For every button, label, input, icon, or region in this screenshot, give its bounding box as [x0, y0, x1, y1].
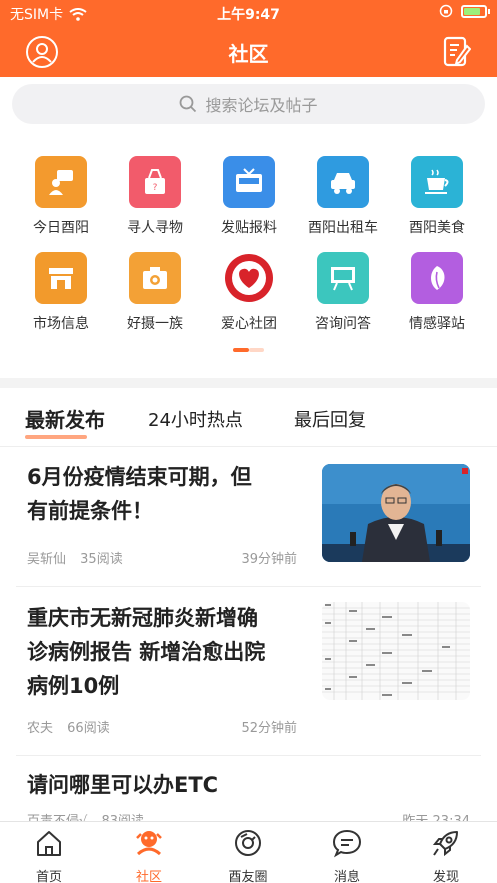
rotation-lock-icon [439, 4, 453, 18]
press-conference-photo [322, 464, 470, 562]
category-label: 爱心社团 [221, 316, 277, 332]
camera-icon [129, 252, 181, 304]
post-title-line: 重庆市无新冠肺炎新增确 [27, 606, 258, 630]
category-item-post-report[interactable]: 发贴报料 [201, 150, 297, 242]
heart-logo-icon [223, 252, 275, 304]
storefront-icon [35, 252, 87, 304]
category-label: 发贴报料 [221, 220, 277, 236]
tabbar-item-community[interactable]: 社区 [109, 828, 189, 883]
post-title-line: 请问哪里可以办ETC [27, 773, 219, 797]
feed-tabs: 最新发布 24小时热点 最后回复 [0, 392, 497, 444]
data-table-photo [322, 602, 470, 700]
tabbar-label: 首页 [35, 870, 62, 883]
tab-label: 最新发布 [25, 408, 105, 432]
grid-page-indicator [233, 348, 264, 352]
taxi-icon [317, 156, 369, 208]
category-label: 咨询问答 [315, 316, 371, 332]
tab-label: 最后回复 [294, 410, 366, 431]
post-title-line: 诊病例报告 新增治愈出院 [27, 640, 266, 664]
post-title-line: 有前提条件！ [27, 499, 153, 523]
post-thumbnail [322, 602, 470, 700]
status-time: 上午9:47 [217, 7, 280, 23]
post-time: 52分钟前 [241, 721, 297, 736]
bottom-tab-bar: 首页 社区 酉友圈 消息 发现 [0, 821, 497, 883]
post-title: 重庆市无新冠肺炎新增确 诊病例报告 新增治愈出院 病例10例 [27, 601, 322, 703]
post-views: 66阅读 [67, 721, 110, 736]
tabbar-label: 消息 [333, 870, 360, 883]
category-item-lost-found[interactable]: ? 寻人寻物 [107, 150, 203, 242]
tab-label: 24小时热点 [148, 410, 243, 431]
leaf-icon [411, 252, 463, 304]
section-divider [0, 378, 497, 388]
post-title-line: 病例10例 [27, 674, 120, 698]
tabbar-label: 酉友圈 [228, 870, 268, 883]
search-bar[interactable]: 搜索论坛及帖子 [12, 84, 485, 124]
gift-bag-icon: ? [129, 156, 181, 208]
post-title-line: 6月份疫情结束可期，但 [27, 465, 252, 489]
category-item-food[interactable]: 酉阳美食 [389, 150, 485, 242]
post-meta: 农夫 66阅读 52分钟前 [27, 717, 297, 736]
category-label: 好摄一族 [127, 316, 183, 332]
search-icon [180, 95, 197, 113]
post-title: 请问哪里可以办ETC [27, 768, 467, 802]
post-author: 农夫 [27, 721, 54, 736]
friends-circle-icon [235, 830, 261, 856]
tab-divider [0, 446, 497, 447]
svg-text:?: ? [153, 183, 158, 193]
search-placeholder: 搜索论坛及帖子 [205, 96, 318, 115]
community-icon [136, 831, 162, 856]
category-label: 寻人寻物 [127, 220, 183, 236]
post-list-item[interactable]: 请问哪里可以办ETC 百毒不侵√ 83阅读 昨天 23:34 [0, 756, 497, 829]
category-item-jinri-youyang[interactable]: 今日酉阳 [13, 150, 109, 242]
tab-last-reply[interactable]: 最后回复 [294, 406, 366, 432]
category-item-market[interactable]: 市场信息 [13, 246, 109, 338]
status-bar: 无SIM卡 上午9:47 [0, 0, 497, 26]
tabbar-item-messages[interactable]: 消息 [307, 828, 387, 883]
page-title: 社区 [228, 42, 269, 66]
post-author: 吴斩仙 [27, 552, 67, 567]
category-label: 今日酉阳 [33, 220, 89, 236]
tabbar-item-home[interactable]: 首页 [9, 828, 89, 883]
tab-24h-hot[interactable]: 24小时热点 [148, 406, 243, 432]
compose-post-icon[interactable] [443, 36, 471, 68]
chalkboard-icon [317, 252, 369, 304]
post-thumbnail [322, 464, 470, 562]
category-item-qa[interactable]: 咨询问答 [295, 246, 391, 338]
post-views: 35阅读 [80, 552, 123, 567]
post-time: 39分钟前 [241, 552, 297, 567]
category-item-emotion[interactable]: 情感驿站 [389, 246, 485, 338]
category-label: 酉阳美食 [409, 220, 465, 236]
post-title: 6月份疫情结束可期，但 有前提条件！ [27, 460, 317, 528]
tabbar-item-friends-circle[interactable]: 酉友圈 [208, 828, 288, 883]
tab-active-underline [25, 435, 87, 439]
tabbar-label: 社区 [135, 870, 162, 883]
category-item-taxi[interactable]: 酉阳出租车 [295, 150, 391, 242]
nav-bar: 社区 [0, 28, 497, 74]
post-list-item[interactable]: 6月份疫情结束可期，但 有前提条件！ 吴斩仙 35阅读 39分钟前 [0, 448, 497, 586]
app-header: 无SIM卡 上午9:47 社区 [0, 0, 497, 77]
message-icon [332, 829, 362, 858]
news-tv-icon [223, 156, 275, 208]
tabbar-item-discover[interactable]: 发现 [406, 828, 486, 883]
category-label: 市场信息 [33, 316, 89, 332]
category-label: 酉阳出租车 [308, 220, 378, 236]
chat-bubble-person-icon [35, 156, 87, 208]
coffee-cup-icon [411, 156, 463, 208]
rocket-icon [432, 831, 458, 857]
post-list-item[interactable]: 重庆市无新冠肺炎新增确 诊病例报告 新增治愈出院 病例10例 农夫 66阅读 5… [0, 587, 497, 755]
tabbar-label: 发现 [432, 870, 459, 883]
tab-latest[interactable]: 最新发布 [25, 404, 105, 439]
category-label: 情感驿站 [409, 316, 465, 332]
battery-icon [461, 4, 490, 18]
post-meta: 吴斩仙 35阅读 39分钟前 [27, 548, 297, 567]
category-grid: 今日酉阳 ? 寻人寻物 发贴报料 酉阳出租车 酉阳美食 市场信息 好摄一族 爱心… [0, 150, 497, 340]
home-icon [37, 831, 61, 856]
category-item-charity[interactable]: 爱心社团 [201, 246, 297, 338]
category-item-photography[interactable]: 好摄一族 [107, 246, 203, 338]
